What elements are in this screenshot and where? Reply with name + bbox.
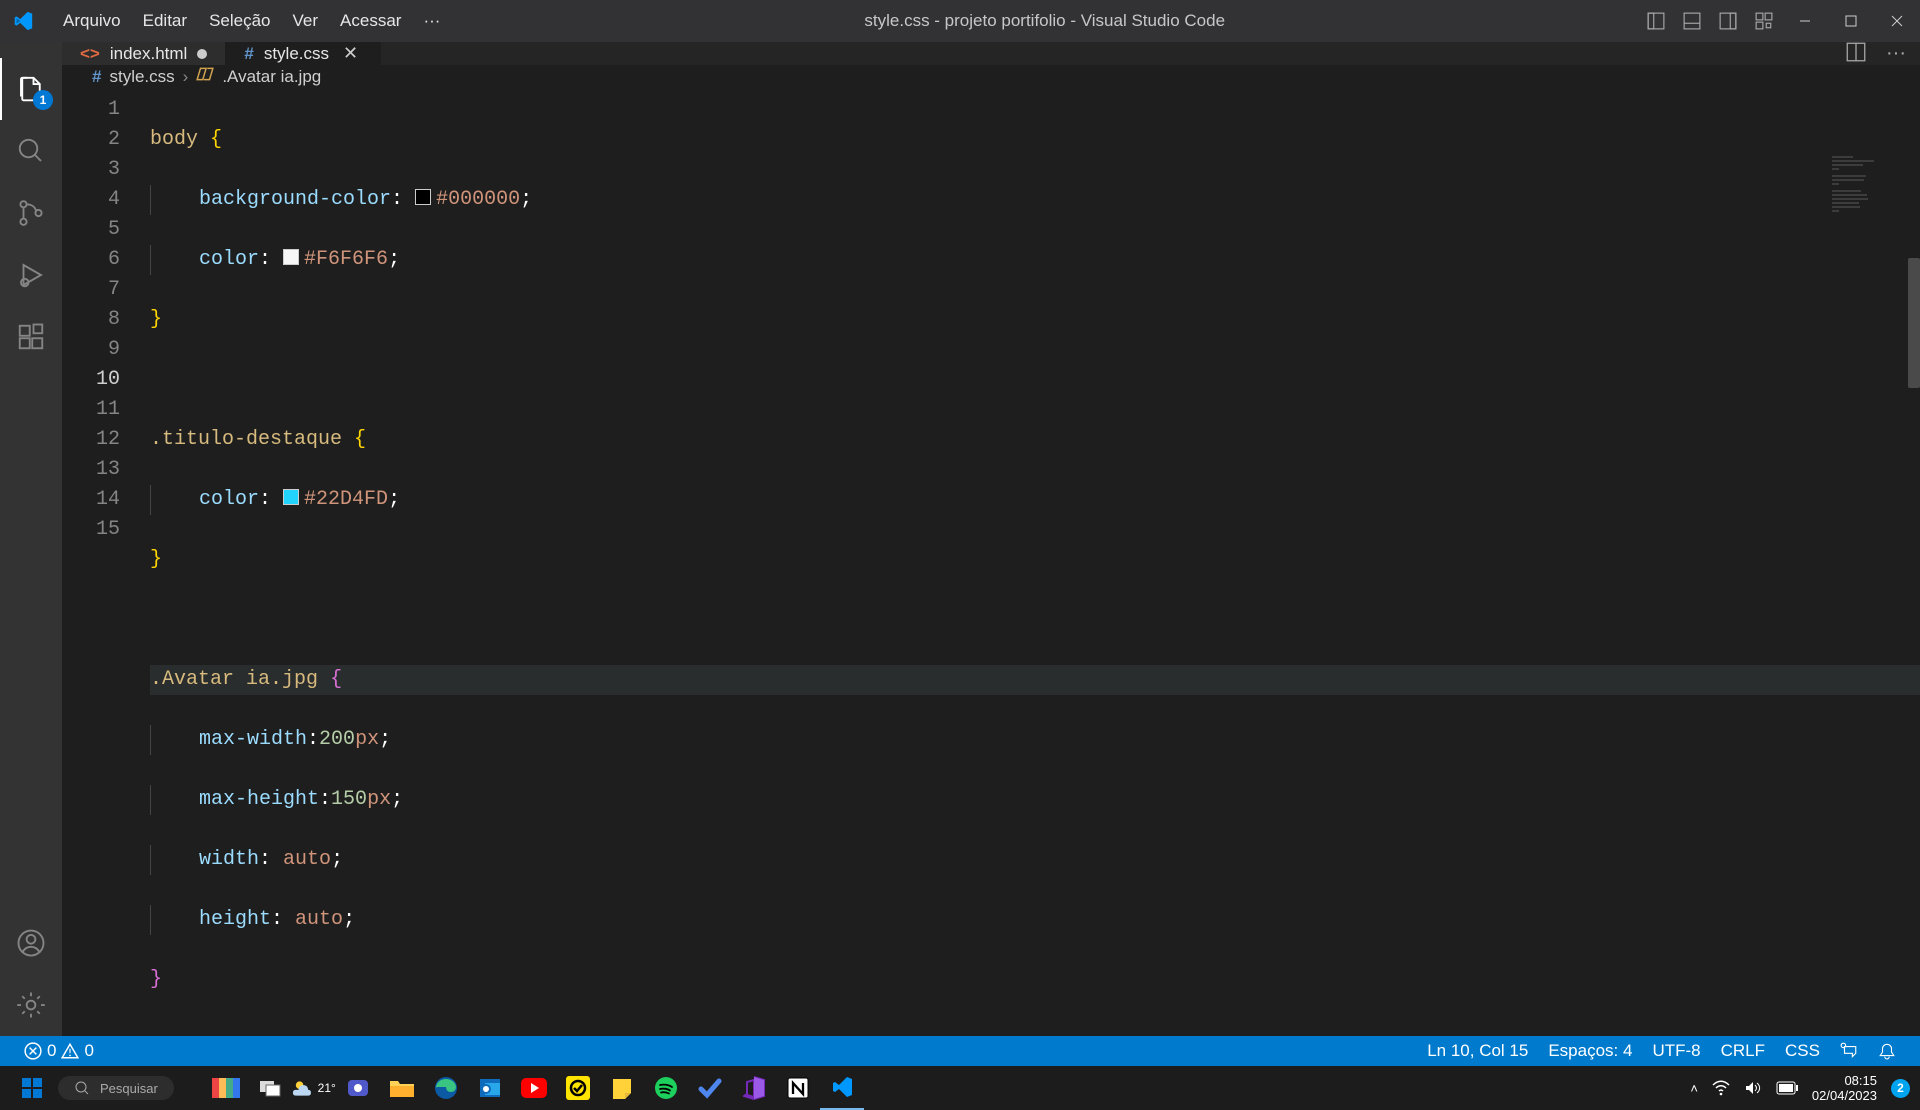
titlebar: Arquivo Editar Seleção Ver Acessar ··· s… — [0, 0, 1920, 42]
activity-bar: 1 — [0, 42, 62, 1036]
split-editor-icon[interactable] — [1846, 42, 1866, 65]
tab-index-html[interactable]: <> index.html — [62, 42, 226, 65]
menu-editar[interactable]: Editar — [132, 11, 198, 31]
activity-settings[interactable] — [0, 974, 62, 1036]
activity-run-debug[interactable] — [0, 244, 62, 306]
activity-search[interactable] — [0, 120, 62, 182]
window-title: style.css - projeto portifolio - Visual … — [451, 11, 1638, 31]
menu-selecao[interactable]: Seleção — [198, 11, 281, 31]
code-lines[interactable]: body { background-color: #000000; color:… — [150, 88, 1920, 1085]
line-number-gutter: 123456789101112131415 — [62, 88, 150, 1085]
tab-style-css[interactable]: # style.css ✕ — [226, 42, 381, 65]
color-swatch-icon[interactable] — [283, 249, 299, 265]
tab-close-button[interactable]: ✕ — [339, 43, 362, 64]
activity-account[interactable] — [0, 912, 62, 974]
activity-source-control[interactable] — [0, 182, 62, 244]
breadcrumb[interactable]: # style.css › .Avatar ia.jpg — [62, 65, 1920, 88]
layout-customize-icon[interactable] — [1746, 0, 1782, 42]
menu-acessar[interactable]: Acessar — [329, 11, 412, 31]
more-actions-icon[interactable]: ··· — [1886, 42, 1906, 65]
unsaved-indicator-icon — [197, 49, 207, 59]
color-swatch-icon[interactable] — [415, 189, 431, 205]
explorer-badge: 1 — [33, 90, 53, 110]
layout-panel-right-icon[interactable] — [1710, 0, 1746, 42]
css-file-icon: # — [92, 67, 101, 87]
scrollbar[interactable] — [1908, 258, 1920, 388]
symbol-icon — [196, 65, 214, 88]
activity-explorer[interactable]: 1 — [0, 58, 62, 120]
css-file-icon: # — [244, 44, 253, 64]
editor-area: <> index.html # style.css ✕ ··· # style.… — [62, 42, 1920, 1036]
window-close-button[interactable] — [1874, 0, 1920, 42]
breadcrumb-file[interactable]: style.css — [109, 67, 174, 87]
menu-more[interactable]: ··· — [412, 11, 451, 31]
tab-label: index.html — [110, 44, 187, 64]
html-file-icon: <> — [80, 44, 100, 64]
vscode-logo-icon — [12, 10, 34, 32]
menu-ver[interactable]: Ver — [282, 11, 330, 31]
window-maximize-button[interactable] — [1828, 0, 1874, 42]
activity-extensions[interactable] — [0, 306, 62, 368]
code-editor[interactable]: 123456789101112131415 body { background-… — [62, 88, 1920, 1085]
breadcrumb-separator-icon: › — [183, 67, 189, 87]
tab-label: style.css — [264, 44, 329, 64]
menu-arquivo[interactable]: Arquivo — [52, 11, 132, 31]
start-button[interactable] — [10, 1066, 54, 1110]
window-minimize-button[interactable] — [1782, 0, 1828, 42]
color-swatch-icon[interactable] — [283, 489, 299, 505]
breadcrumb-symbol[interactable]: .Avatar ia.jpg — [222, 67, 321, 87]
editor-tabs: <> index.html # style.css ✕ ··· — [62, 42, 1920, 65]
minimap[interactable] — [1832, 96, 1902, 146]
layout-panel-bottom-icon[interactable] — [1674, 0, 1710, 42]
error-icon — [24, 1042, 42, 1060]
layout-panel-left-icon[interactable] — [1638, 0, 1674, 42]
